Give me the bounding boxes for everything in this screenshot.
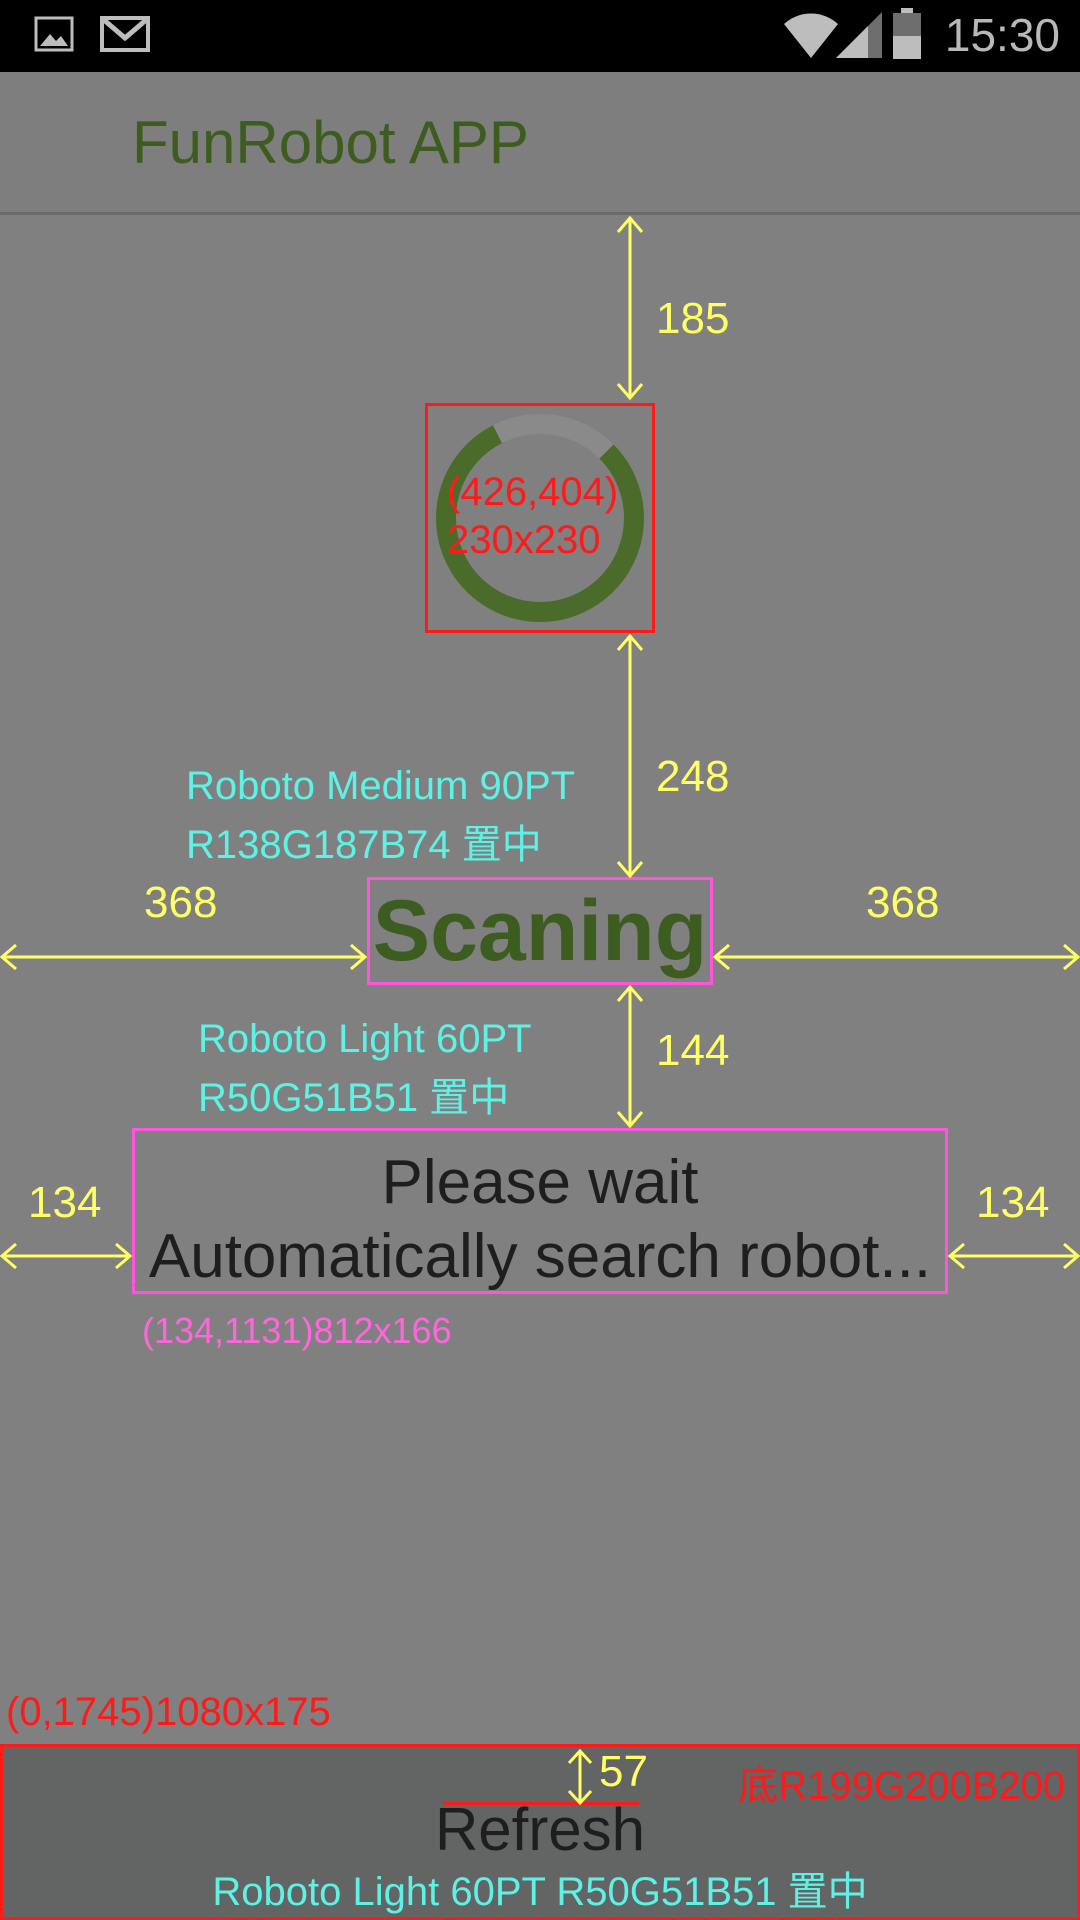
scan-color-spec: R138G187B74 置中 — [186, 823, 542, 867]
refresh-font-spec: Roboto Light 60PT R50G51B51 置中 — [212, 1870, 868, 1914]
scan-title: Scaning — [372, 882, 708, 979]
wait-color-spec: R50G51B51 置中 — [198, 1076, 510, 1120]
wait-right-label: 134 — [976, 1178, 1050, 1227]
wait-line-2: Automatically search robot... — [148, 1222, 932, 1291]
app-title: FunRobot APP — [132, 109, 529, 176]
spinner-size-label: 230x230 — [447, 518, 601, 562]
gmail-icon — [100, 14, 150, 59]
wait-line-1: Please wait — [381, 1148, 699, 1217]
wait-message-box: Please wait Automatically search robot..… — [132, 1128, 948, 1294]
top-gap-label: 185 — [656, 294, 730, 343]
title-left-label: 368 — [144, 878, 218, 927]
refresh-top-label: 57 — [599, 1747, 648, 1796]
title-right-label: 368 — [866, 878, 940, 927]
image-icon — [34, 14, 74, 59]
signal-icon — [834, 10, 884, 65]
refresh-bar[interactable]: 57 底R199G200B200 Refresh Roboto Light 60… — [0, 1744, 1080, 1920]
spinner-to-title-label: 248 — [656, 752, 730, 801]
wait-box-label: (134,1131)812x166 — [142, 1310, 452, 1351]
wait-left-label: 134 — [28, 1178, 102, 1227]
title-to-wait-label: 144 — [656, 1026, 730, 1075]
scan-font-spec: Roboto Medium 90PT — [186, 764, 576, 808]
status-bar: 15:30 — [0, 0, 1080, 72]
app-bar: FunRobot APP — [0, 72, 1080, 215]
scan-title-box: Scaning — [367, 877, 713, 985]
bottom-bar-box-label: (0,1745)1080x175 — [6, 1690, 331, 1734]
wait-font-spec: Roboto Light 60PT — [198, 1017, 532, 1061]
battery-icon — [892, 8, 922, 65]
spinner-coords-label: (426,404) — [447, 470, 619, 514]
status-time: 15:30 — [944, 9, 1060, 61]
refresh-button[interactable]: Refresh — [3, 1795, 1077, 1864]
wifi-icon — [782, 10, 840, 65]
